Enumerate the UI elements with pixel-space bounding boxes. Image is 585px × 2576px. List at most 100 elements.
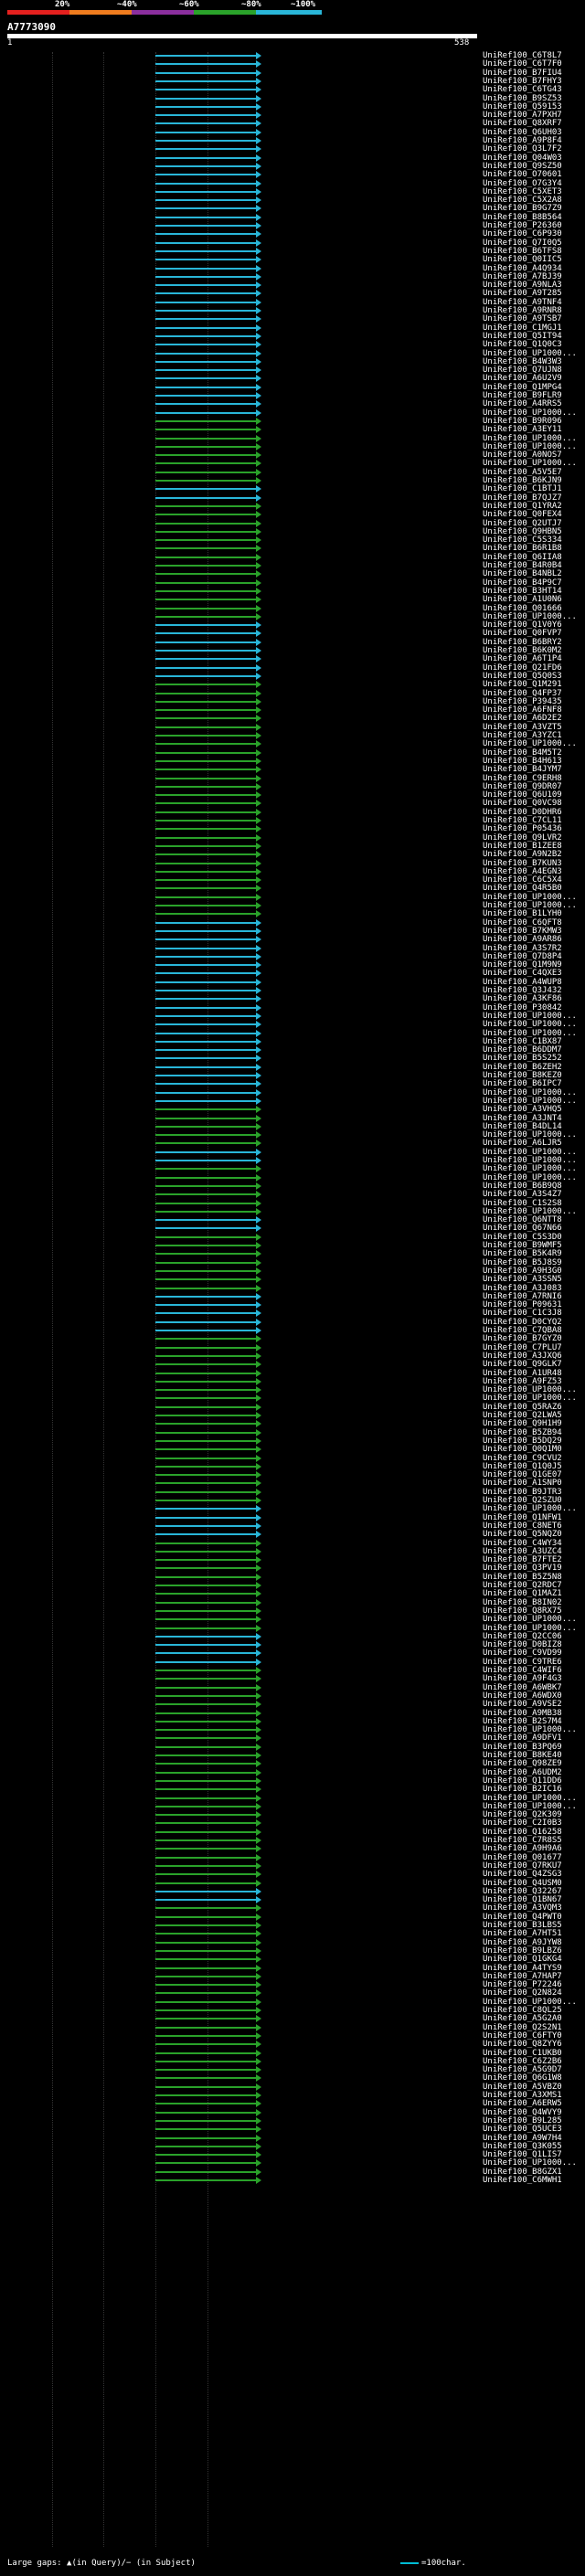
hit-bar[interactable] — [155, 743, 256, 746]
hit-bar[interactable] — [155, 386, 256, 388]
hit-bar[interactable] — [155, 1202, 256, 1204]
hit-bar[interactable] — [155, 726, 256, 728]
hit-label[interactable]: UniRef100_Q0IIC5 — [483, 256, 562, 264]
hit-label[interactable]: UniRef100_A4RRS5 — [483, 400, 562, 408]
hit-label[interactable]: UniRef100_C6MWH1 — [483, 2177, 562, 2185]
hit-bar[interactable] — [155, 63, 256, 66]
hit-bar[interactable] — [155, 429, 256, 431]
hit-bar[interactable] — [155, 1295, 256, 1298]
hit-bar[interactable] — [155, 998, 256, 1001]
hit-bar[interactable] — [155, 1601, 256, 1604]
hit-bar[interactable] — [155, 1065, 256, 1068]
hit-label[interactable]: UniRef100_B7GYZ0 — [483, 1335, 562, 1343]
hit-bar[interactable] — [155, 1856, 256, 1859]
hit-bar[interactable] — [155, 887, 256, 890]
hit-label[interactable]: UniRef100_A9TSB7 — [483, 315, 562, 323]
hit-bar[interactable] — [155, 164, 256, 167]
hit-label[interactable]: UniRef100_A9VSE2 — [483, 1701, 562, 1709]
hit-bar[interactable] — [155, 981, 256, 983]
hit-bar[interactable] — [155, 105, 256, 108]
hit-bar[interactable] — [155, 1227, 256, 1230]
hit-bar[interactable] — [155, 1694, 256, 1697]
hit-bar[interactable] — [155, 2136, 256, 2139]
hit-bar[interactable] — [155, 802, 256, 805]
hit-bar[interactable] — [155, 1091, 256, 1094]
hit-bar[interactable] — [155, 1924, 256, 1926]
hit-bar[interactable] — [155, 140, 256, 142]
hit-bar[interactable] — [155, 1075, 256, 1076]
hit-bar[interactable] — [155, 2103, 256, 2105]
hit-bar[interactable] — [155, 1219, 256, 1222]
hit-bar[interactable] — [155, 1482, 256, 1485]
hit-bar[interactable] — [155, 488, 256, 491]
hit-bar[interactable] — [155, 1797, 256, 1799]
hit-bar[interactable] — [155, 1193, 256, 1196]
hit-bar[interactable] — [155, 241, 256, 244]
hit-bar[interactable] — [155, 896, 256, 898]
hit-bar[interactable] — [155, 310, 256, 312]
hit-bar[interactable] — [155, 1338, 256, 1341]
hit-bar[interactable] — [155, 1805, 256, 1807]
hit-bar[interactable] — [155, 692, 256, 694]
hit-bar[interactable] — [155, 1559, 256, 1562]
hit-bar[interactable] — [155, 1830, 256, 1833]
hit-bar[interactable] — [155, 785, 256, 788]
hit-bar[interactable] — [155, 1966, 256, 1969]
hit-bar[interactable] — [155, 80, 256, 82]
hit-bar[interactable] — [155, 1627, 256, 1629]
hit-label[interactable]: UniRef100_A1U0N6 — [483, 596, 562, 604]
hit-bar[interactable] — [155, 836, 256, 839]
hit-bar[interactable] — [155, 1788, 256, 1791]
hit-bar[interactable] — [155, 735, 256, 737]
hit-bar[interactable] — [155, 2069, 256, 2072]
hit-bar[interactable] — [155, 641, 256, 643]
hit-bar[interactable] — [155, 1915, 256, 1918]
hit-bar[interactable] — [155, 1448, 256, 1451]
hit-bar[interactable] — [155, 709, 256, 712]
hit-bar[interactable] — [155, 1550, 256, 1553]
hit-bar[interactable] — [155, 1057, 256, 1060]
hit-bar[interactable] — [155, 862, 256, 864]
hit-bar[interactable] — [155, 921, 256, 924]
hit-bar[interactable] — [155, 828, 256, 831]
hit-bar[interactable] — [155, 1176, 256, 1179]
hit-bar[interactable] — [155, 879, 256, 882]
hit-bar[interactable] — [155, 955, 256, 958]
hit-label[interactable]: UniRef100_Q1Q0C3 — [483, 341, 562, 349]
hit-bar[interactable] — [155, 131, 256, 133]
hit-bar[interactable] — [155, 1389, 256, 1392]
hit-bar[interactable] — [155, 913, 256, 916]
hit-label[interactable]: UniRef100_UP1000... — [483, 1616, 577, 1624]
hit-bar[interactable] — [155, 1269, 256, 1272]
hit-bar[interactable] — [155, 1618, 256, 1621]
hit-bar[interactable] — [155, 2060, 256, 2062]
hit-bar[interactable] — [155, 1533, 256, 1536]
hit-bar[interactable] — [155, 1814, 256, 1817]
hit-label[interactable]: UniRef100_A9N2B2 — [483, 851, 562, 859]
hit-bar[interactable] — [155, 1712, 256, 1714]
hit-label[interactable]: UniRef100_Q4ZSG3 — [483, 1871, 562, 1879]
hit-bar[interactable] — [155, 1184, 256, 1187]
hit-bar[interactable] — [155, 504, 256, 507]
hit-label[interactable]: UniRef100_C6P930 — [483, 230, 562, 239]
hit-bar[interactable] — [155, 1108, 256, 1111]
hit-label[interactable]: UniRef100_B4NBL2 — [483, 570, 562, 578]
hit-bar[interactable] — [155, 1439, 256, 1442]
hit-bar[interactable] — [155, 717, 256, 720]
hit-bar[interactable] — [155, 589, 256, 592]
hit-label[interactable]: UniRef100_Q5NQZ0 — [483, 1531, 562, 1539]
hit-bar[interactable] — [155, 411, 256, 414]
hit-bar[interactable] — [155, 1490, 256, 1493]
hit-bar[interactable] — [155, 2162, 256, 2165]
hit-bar[interactable] — [155, 1500, 256, 1501]
hit-bar[interactable] — [155, 1609, 256, 1612]
hit-bar[interactable] — [155, 1083, 256, 1086]
hit-bar[interactable] — [155, 1575, 256, 1578]
hit-bar[interactable] — [155, 190, 256, 193]
hit-bar[interactable] — [155, 947, 256, 949]
hit-bar[interactable] — [155, 624, 256, 627]
hit-bar[interactable] — [155, 2009, 256, 2011]
hit-bar[interactable] — [155, 395, 256, 397]
hit-bar[interactable] — [155, 929, 256, 932]
hit-label[interactable]: UniRef100_Q5UCE3 — [483, 2125, 562, 2134]
